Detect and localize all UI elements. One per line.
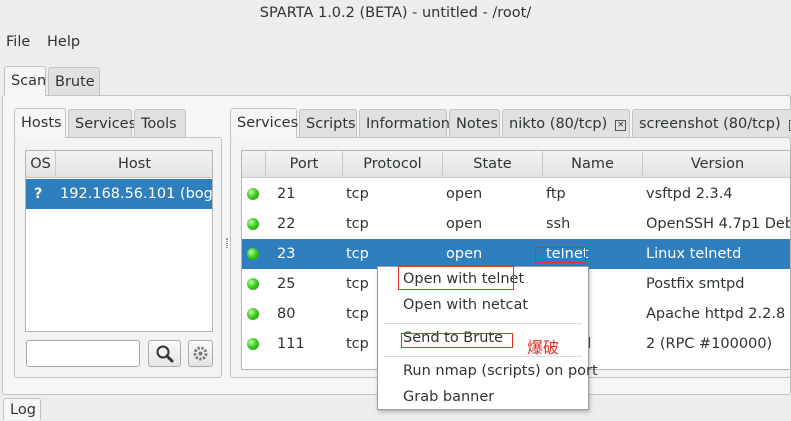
service-state: open: [446, 216, 483, 232]
settings-button[interactable]: [188, 340, 213, 367]
tab-hosts[interactable]: Hosts: [14, 108, 66, 138]
tab-notes[interactable]: Notes: [449, 109, 500, 138]
magnifier-icon: [156, 345, 174, 363]
tab-scripts[interactable]: Scripts: [299, 109, 357, 138]
status-open-icon: [247, 308, 259, 320]
annotation-label: 爆破: [527, 338, 560, 357]
status-open-icon: [247, 248, 259, 260]
hosts-header-os[interactable]: OS: [26, 151, 56, 178]
tab-services[interactable]: Services: [230, 108, 298, 138]
menu-run-nmap-scripts[interactable]: Run nmap (scripts) on port: [378, 359, 598, 384]
close-icon[interactable]: ×: [615, 120, 627, 131]
services-header-port[interactable]: Port: [266, 151, 343, 178]
tab-tools[interactable]: Tools: [134, 109, 186, 138]
status-open-icon: [247, 188, 259, 200]
tab-screenshot-label: screenshot (80/tcp): [639, 116, 781, 132]
status-open-icon: [247, 218, 259, 230]
highlight-box-telnet: [535, 247, 586, 263]
service-protocol: tcp: [346, 186, 369, 202]
services-header-version[interactable]: Version: [643, 151, 790, 178]
service-protocol: tcp: [346, 246, 369, 262]
service-state: open: [446, 246, 483, 262]
tab-services-left[interactable]: Services: [68, 109, 136, 138]
menu-help[interactable]: Help: [47, 30, 80, 54]
hosts-header-host[interactable]: Host: [56, 151, 212, 178]
tab-information[interactable]: Information: [359, 109, 450, 138]
service-protocol: tcp: [346, 276, 369, 292]
menu-file[interactable]: File: [6, 30, 30, 54]
service-version: Apache httpd 2.2.8 ((U: [646, 306, 790, 322]
tab-nikto[interactable]: nikto (80/tcp) ×: [502, 109, 630, 138]
menu-open-with-netcat[interactable]: Open with netcat: [378, 293, 588, 318]
host-row[interactable]: ? 192.168.56.101 (bog...: [26, 179, 212, 209]
service-name: ftp: [546, 186, 566, 202]
service-row[interactable]: 21 tcp open ftp vsftpd 2.3.4: [242, 179, 790, 209]
service-port: 22: [277, 216, 296, 232]
window-title: SPARTA 1.0.2 (BETA) - untitled - /root/: [259, 5, 532, 21]
service-row[interactable]: 22 tcp open ssh OpenSSH 4.7p1 Debian: [242, 209, 790, 239]
highlight-box-send-brute: [401, 333, 513, 348]
services-header-protocol[interactable]: Protocol: [343, 151, 443, 178]
service-version: Linux telnetd: [646, 246, 742, 262]
service-port: 25: [277, 276, 296, 292]
service-port: 111: [277, 336, 305, 352]
gear-icon: [193, 346, 208, 361]
hosts-table: OS Host ? 192.168.56.101 (bog...: [25, 150, 213, 332]
service-port: 23: [277, 246, 296, 262]
services-header-name[interactable]: Name: [543, 151, 643, 178]
tab-nikto-label: nikto (80/tcp): [509, 116, 608, 132]
menu-grab-banner[interactable]: Grab banner: [378, 385, 588, 410]
service-protocol: tcp: [346, 336, 369, 352]
service-version: vsftpd 2.3.4: [646, 186, 733, 202]
service-row-selected[interactable]: 23 tcp open telnet Linux telnetd: [242, 239, 790, 269]
service-port: 21: [277, 186, 296, 202]
services-header-state[interactable]: State: [443, 151, 543, 178]
highlight-box-open-telnet: [398, 266, 514, 290]
host-os-unknown-icon: ?: [34, 186, 43, 202]
host-address: 192.168.56.101 (bog...: [60, 186, 213, 202]
service-version: Postfix smtpd: [646, 276, 745, 292]
status-open-icon: [247, 338, 259, 350]
service-protocol: tcp: [346, 216, 369, 232]
service-state: open: [446, 186, 483, 202]
service-version: 2 (RPC #100000): [646, 336, 773, 352]
tab-scan[interactable]: Scan: [4, 66, 46, 96]
host-filter-input[interactable]: [26, 340, 140, 367]
services-header-status: [242, 151, 266, 178]
service-version: OpenSSH 4.7p1 Debian: [646, 216, 790, 232]
splitter-handle[interactable]: [226, 238, 228, 248]
search-button[interactable]: [148, 340, 181, 367]
tab-brute[interactable]: Brute: [48, 67, 100, 96]
menu-separator: [384, 323, 582, 324]
service-port: 80: [277, 306, 296, 322]
service-protocol: tcp: [346, 306, 369, 322]
service-name: ssh: [546, 216, 571, 232]
tab-screenshot[interactable]: screenshot (80/tcp)×: [632, 109, 791, 138]
status-open-icon: [247, 278, 259, 290]
